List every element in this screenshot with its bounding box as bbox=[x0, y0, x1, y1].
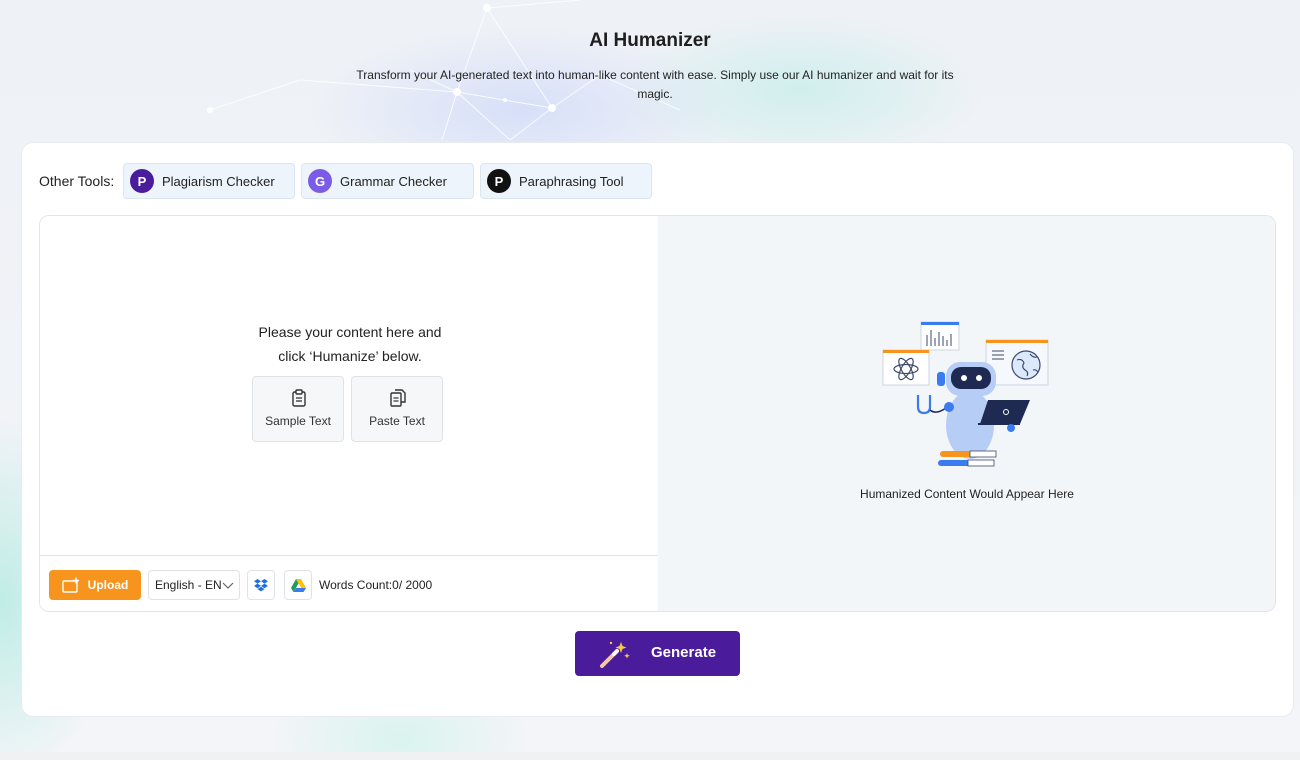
language-select[interactable]: English - EN bbox=[148, 570, 240, 600]
paraphrasing-tool-icon: P bbox=[487, 169, 511, 193]
tool-label: Grammar Checker bbox=[340, 173, 447, 189]
language-value: English - EN bbox=[155, 578, 222, 592]
google-drive-button[interactable] bbox=[284, 570, 312, 600]
tool-label: Paraphrasing Tool bbox=[519, 173, 624, 189]
google-drive-icon bbox=[290, 578, 306, 592]
plagiarism-checker-icon: P bbox=[130, 169, 154, 193]
words-count-label: Words Count: bbox=[319, 578, 393, 592]
paste-text-label: Paste Text bbox=[369, 414, 425, 428]
tool-label: Plagiarism Checker bbox=[162, 173, 275, 189]
magic-wand-icon bbox=[600, 641, 630, 668]
sample-text-button[interactable]: Sample Text bbox=[252, 376, 344, 442]
dropbox-button[interactable] bbox=[247, 570, 275, 600]
page-subtitle: Transform your AI-generated text into hu… bbox=[356, 68, 954, 101]
other-tools-label: Other Tools: bbox=[39, 173, 115, 189]
paraphrasing-tool-link[interactable]: P Paraphrasing Tool bbox=[480, 163, 652, 199]
editor-panel: Please your content here and click ‘Huma… bbox=[39, 215, 1276, 612]
grammar-checker-icon: G bbox=[308, 169, 332, 193]
upload-button[interactable]: Upload bbox=[49, 570, 141, 600]
input-toolbar: Upload English - EN Words Count:0/ 2000 bbox=[40, 555, 658, 611]
robot-illustration bbox=[882, 321, 1049, 467]
prompt-line-1: Please your content here and bbox=[258, 324, 442, 340]
sample-text-label: Sample Text bbox=[265, 414, 331, 428]
output-panel: Humanized Content Would Appear Here bbox=[658, 216, 1275, 611]
input-prompt: Please your content here and click ‘Huma… bbox=[210, 320, 490, 368]
words-count-value: 0 bbox=[392, 578, 399, 592]
paste-icon bbox=[390, 389, 406, 407]
output-placeholder: Humanized Content Would Appear Here bbox=[860, 487, 1074, 501]
page-footer-strip bbox=[0, 752, 1300, 760]
words-count-max: / 2000 bbox=[398, 578, 433, 592]
generate-label: Generate bbox=[651, 644, 717, 661]
upload-icon bbox=[61, 577, 79, 593]
prompt-line-2: click ‘Humanize’ below. bbox=[278, 348, 422, 364]
clipboard-icon bbox=[292, 389, 306, 407]
paste-text-button[interactable]: Paste Text bbox=[351, 376, 443, 442]
upload-label: Upload bbox=[87, 578, 129, 592]
page-title: AI Humanizer bbox=[589, 30, 711, 51]
plagiarism-checker-link[interactable]: P Plagiarism Checker bbox=[123, 163, 295, 199]
chevron-down-icon bbox=[222, 582, 234, 589]
words-count: Words Count:0/ 2000 bbox=[319, 578, 432, 592]
input-text-area[interactable]: Please your content here and click ‘Huma… bbox=[40, 216, 659, 611]
grammar-checker-link[interactable]: G Grammar Checker bbox=[301, 163, 474, 199]
dropbox-icon bbox=[254, 578, 268, 591]
generate-button[interactable]: Generate bbox=[575, 631, 740, 676]
